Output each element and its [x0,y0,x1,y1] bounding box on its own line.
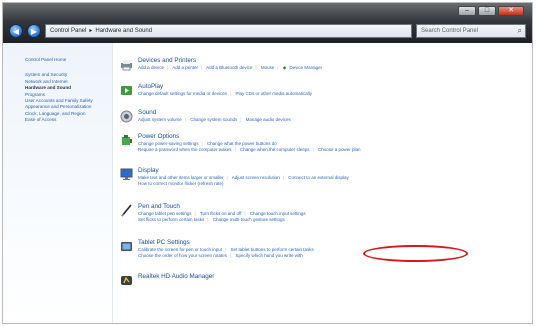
category-title[interactable]: AutoPlay [138,83,163,90]
breadcrumb-item[interactable]: Hardware and Sound [95,25,152,37]
task-link[interactable]: Set tablet buttons to perform certain ta… [231,247,314,252]
task-link[interactable]: Add a device [138,65,164,70]
speaker-icon [120,110,133,123]
task-link[interactable]: Specify which hand you write with [236,253,303,258]
task-link[interactable]: Manage audio devices [246,117,291,122]
breadcrumb-item[interactable]: Control Panel [50,25,86,37]
task-link[interactable]: Change what the power buttons do [207,141,277,146]
task-link[interactable]: Change when the computer sleeps [240,147,310,152]
shield-icon: ◆ [282,65,287,70]
main-content: Devices and Printers Add a device | Add a… [114,43,532,323]
power-icon [122,135,132,145]
autoplay-icon [121,86,132,95]
task-link[interactable]: Calibrate the screen for pen or touch in… [138,247,222,252]
task-link[interactable]: Add a Bluetooth device [206,65,252,70]
back-button[interactable]: ◀ [9,24,23,38]
task-link[interactable]: Change system sounds [190,117,237,122]
task-link[interactable]: Adjust screen resolution [232,175,280,180]
sidebar-item[interactable]: Ease of Access [25,117,107,123]
search-icon: ⌕ [517,26,522,35]
highlight-circle-annotation [363,245,468,262]
left-navigation-pane: Control Panel Home System and Security N… [3,43,113,323]
task-link[interactable]: Change default settings for media or dev… [138,91,227,96]
display-icon [120,168,133,180]
category-title[interactable]: Display [138,167,159,174]
task-link[interactable]: Change multi-touch gesture settings [213,217,285,222]
category-title[interactable]: Sound [138,109,156,116]
window-controls: – □ ✕ [458,6,524,16]
task-link[interactable]: How to correct monitor flicker (refresh … [138,181,224,186]
forward-button[interactable]: ▶ [27,24,41,38]
category-title[interactable]: Pen and Touch [138,203,180,210]
minimize-button[interactable]: – [458,6,476,16]
control-panel-home-link[interactable]: Control Panel Home [25,57,107,63]
task-link[interactable]: Change power-saving settings [138,141,199,146]
search-placeholder: Search Control Panel [421,28,479,34]
navigation-bar: ◀ ▶ Control Panel ▸ Hardware and Sound S… [9,22,526,40]
printer-icon [121,60,132,71]
category-title[interactable]: Tablet PC Settings [138,239,190,246]
close-button[interactable]: ✕ [498,6,524,16]
task-link[interactable]: Play CDs or other media automatically [236,91,313,96]
task-link[interactable]: Change tablet pen settings [138,211,192,216]
task-link[interactable]: Connect to an external display [288,175,349,180]
realtek-audio-icon [121,276,132,285]
task-link[interactable]: Mouse [261,65,275,70]
task-link[interactable]: Adjust system volume [138,117,182,122]
maximize-button[interactable]: □ [478,6,496,16]
category-title[interactable]: Realtek HD Audio Manager [138,273,214,280]
explorer-window: – □ ✕ ◀ ▶ Control Panel ▸ Hardware and S… [2,2,533,324]
task-link[interactable]: Set flicks to perform certain tasks [138,217,204,222]
task-link[interactable]: Make text and other items larger or smal… [138,175,224,180]
task-link[interactable]: Choose a power plan [318,147,361,152]
task-link[interactable]: Choose the order of how your screen rota… [138,253,227,258]
category-title[interactable]: Power Options [138,133,179,140]
category-title[interactable]: Devices and Printers [138,57,196,64]
tablet-icon [121,242,132,251]
search-input[interactable]: Search Control Panel ⌕ [416,24,526,38]
pen-icon [121,204,132,217]
task-link[interactable]: Require a password when the computer wak… [138,147,232,152]
chevron-right-icon: ▸ [89,28,93,34]
task-link[interactable]: Turn flicks on and off [200,211,242,216]
address-bar[interactable]: Control Panel ▸ Hardware and Sound [45,24,412,38]
task-link[interactable]: Add a printer [172,65,198,70]
task-link-highlighted[interactable]: Change touch input settings [250,211,306,216]
title-bar: – □ ✕ ◀ ▶ Control Panel ▸ Hardware and S… [3,3,532,43]
task-link[interactable]: Device Manager [289,65,322,70]
